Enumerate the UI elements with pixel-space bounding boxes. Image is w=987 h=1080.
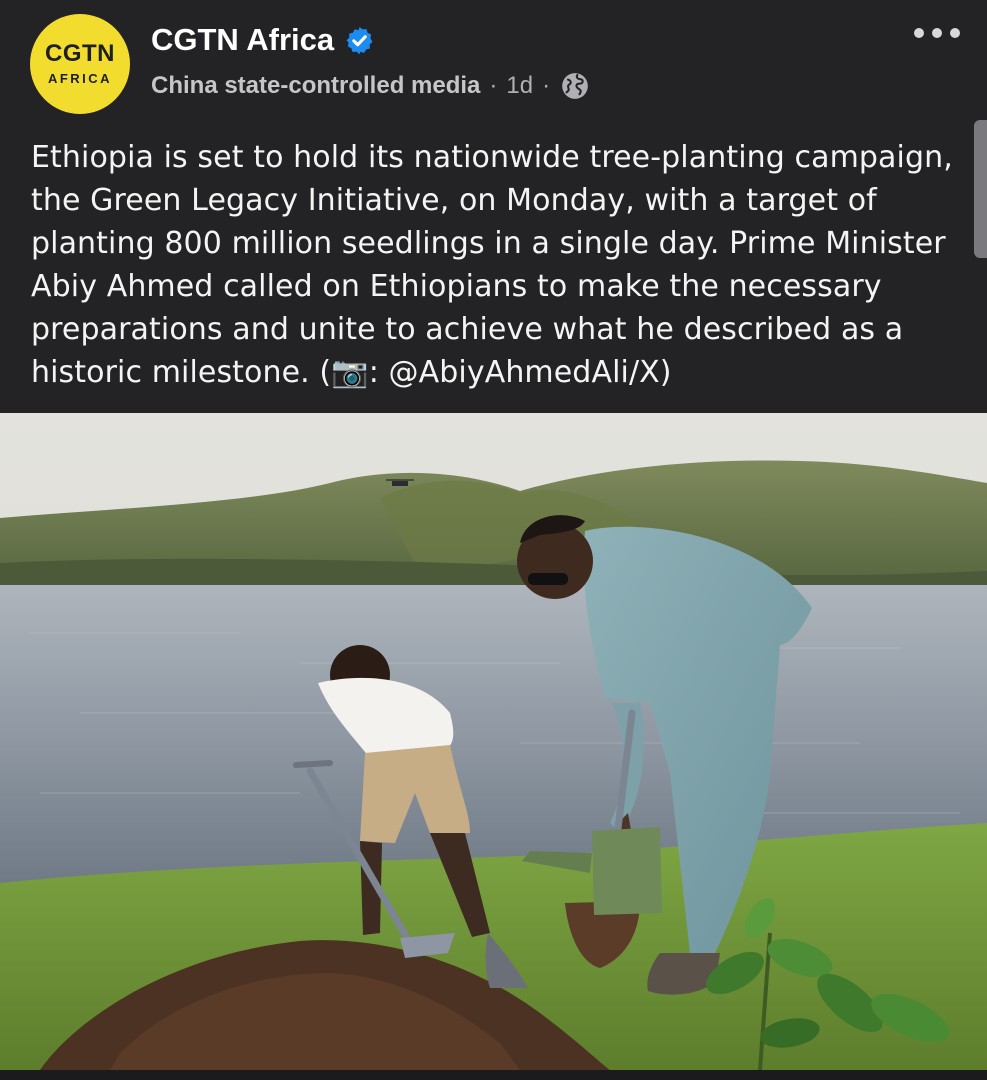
avatar-logo-subtext: AFRICA <box>47 71 113 86</box>
post-timestamp[interactable]: 1d <box>506 72 533 100</box>
globe-icon <box>562 73 588 99</box>
scrollbar-thumb[interactable] <box>974 120 987 258</box>
more-horizontal-icon[interactable] <box>913 22 961 44</box>
post-photo[interactable] <box>0 413 987 1070</box>
meta-separator: · <box>542 72 551 99</box>
post-meta: China state-controlled media · 1d · <box>151 68 589 104</box>
bottom-divider <box>0 1070 987 1080</box>
account-name[interactable]: CGTN Africa <box>151 22 334 58</box>
account-name-row: CGTN Africa <box>151 20 375 60</box>
avatar-logo-text: CGTN <box>45 40 115 67</box>
state-media-label[interactable]: China state-controlled media <box>151 72 480 100</box>
facebook-post: CGTN AFRICA CGTN Africa China state-cont… <box>0 0 987 1080</box>
post-body-text: Ethiopia is set to hold its nationwide t… <box>31 140 953 390</box>
post-header: CGTN AFRICA CGTN Africa China state-cont… <box>0 0 987 130</box>
meta-separator: · <box>489 72 498 99</box>
page-avatar[interactable]: CGTN AFRICA <box>30 14 130 114</box>
verified-badge-icon <box>346 26 373 54</box>
